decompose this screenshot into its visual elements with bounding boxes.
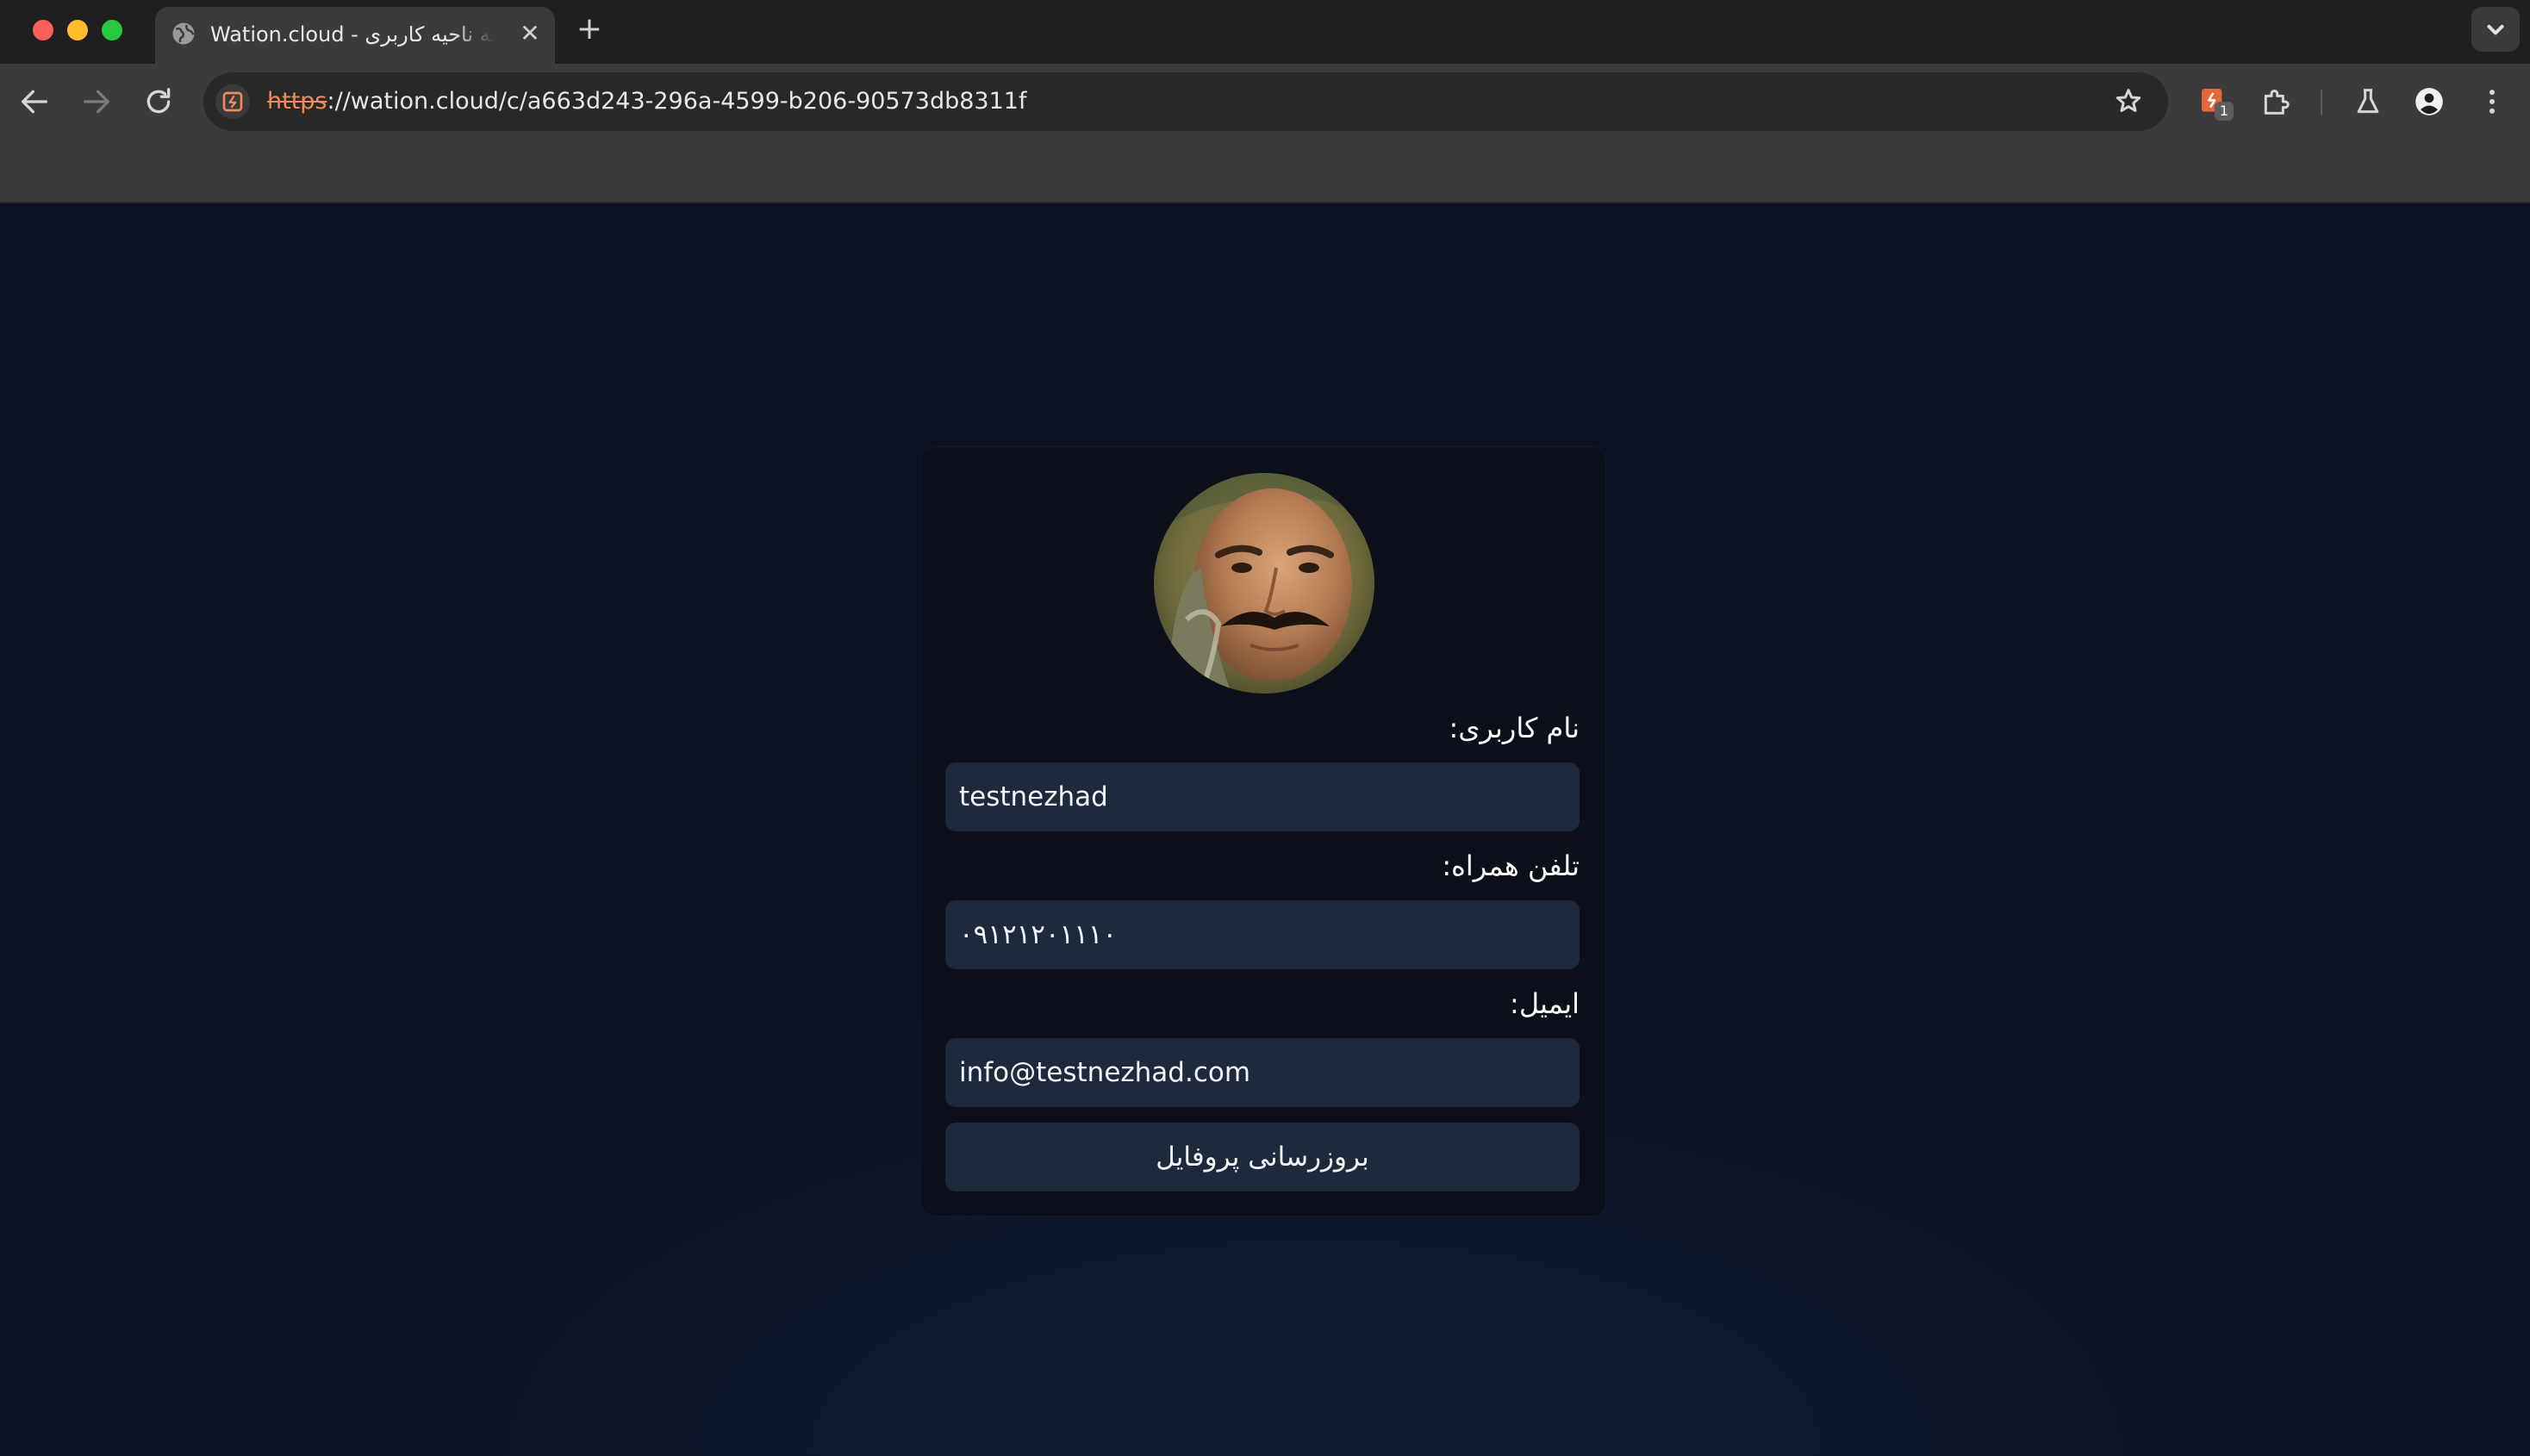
tab-title: Wation.cloud - ورود به ناحیه کاربری [210,22,495,47]
extension-button[interactable]: 1 [2197,84,2234,121]
phone-field[interactable] [945,900,1580,969]
globe-icon [172,22,195,45]
reload-icon[interactable] [141,84,176,119]
tab-search-button[interactable] [2471,7,2520,52]
profile-card: نام کاربری: تلفن همراه: ایمیل: بروزرسانی… [920,446,1606,1216]
site-info-icon [222,91,243,112]
username-field[interactable] [945,762,1580,831]
flask-icon[interactable] [2351,84,2385,119]
browser-tab[interactable]: Wation.cloud - ورود به ناحیه کاربری ✕ [155,7,555,64]
puzzle-icon[interactable] [2259,84,2293,119]
site-info-button[interactable] [215,84,250,119]
email-label: ایمیل: [1510,987,1580,1020]
url-scheme: https [267,88,327,115]
avatar[interactable] [1154,473,1374,694]
username-label: نام کاربری: [1449,712,1580,744]
page-viewport: نام کاربری: تلفن همراه: ایمیل: بروزرسانی… [0,203,2530,1456]
address-bar[interactable]: https://wation.cloud/c/a663d243-296a-459… [203,72,2168,131]
close-window-button[interactable] [33,20,53,40]
minimize-window-button[interactable] [67,20,88,40]
arrow-right-icon[interactable] [79,84,114,119]
maximize-window-button[interactable] [102,20,122,40]
close-tab-button[interactable]: ✕ [517,21,543,47]
new-tab-button[interactable]: + [574,14,605,45]
phone-label: تلفن همراه: [1442,849,1580,882]
extension-badge: 1 [2215,102,2234,121]
kebab-menu-icon[interactable] [2475,84,2509,119]
url-rest: ://wation.cloud/c/a663d243-296a-4599-b20… [327,88,1027,115]
star-icon[interactable] [2111,84,2146,119]
avatar-photo [1154,473,1374,694]
account-icon[interactable] [2412,84,2446,119]
bookmarks-bar [0,140,2530,203]
email-field[interactable] [945,1038,1580,1107]
chevron-down-icon [2487,24,2504,35]
arrow-left-icon[interactable] [17,84,52,119]
toolbar-divider [2321,90,2322,115]
url-text[interactable]: https://wation.cloud/c/a663d243-296a-459… [267,88,1026,115]
browser-titlebar: Wation.cloud - ورود به ناحیه کاربری ✕ + [0,0,2530,64]
update-profile-button[interactable]: بروزرسانی پروفایل [945,1123,1580,1192]
